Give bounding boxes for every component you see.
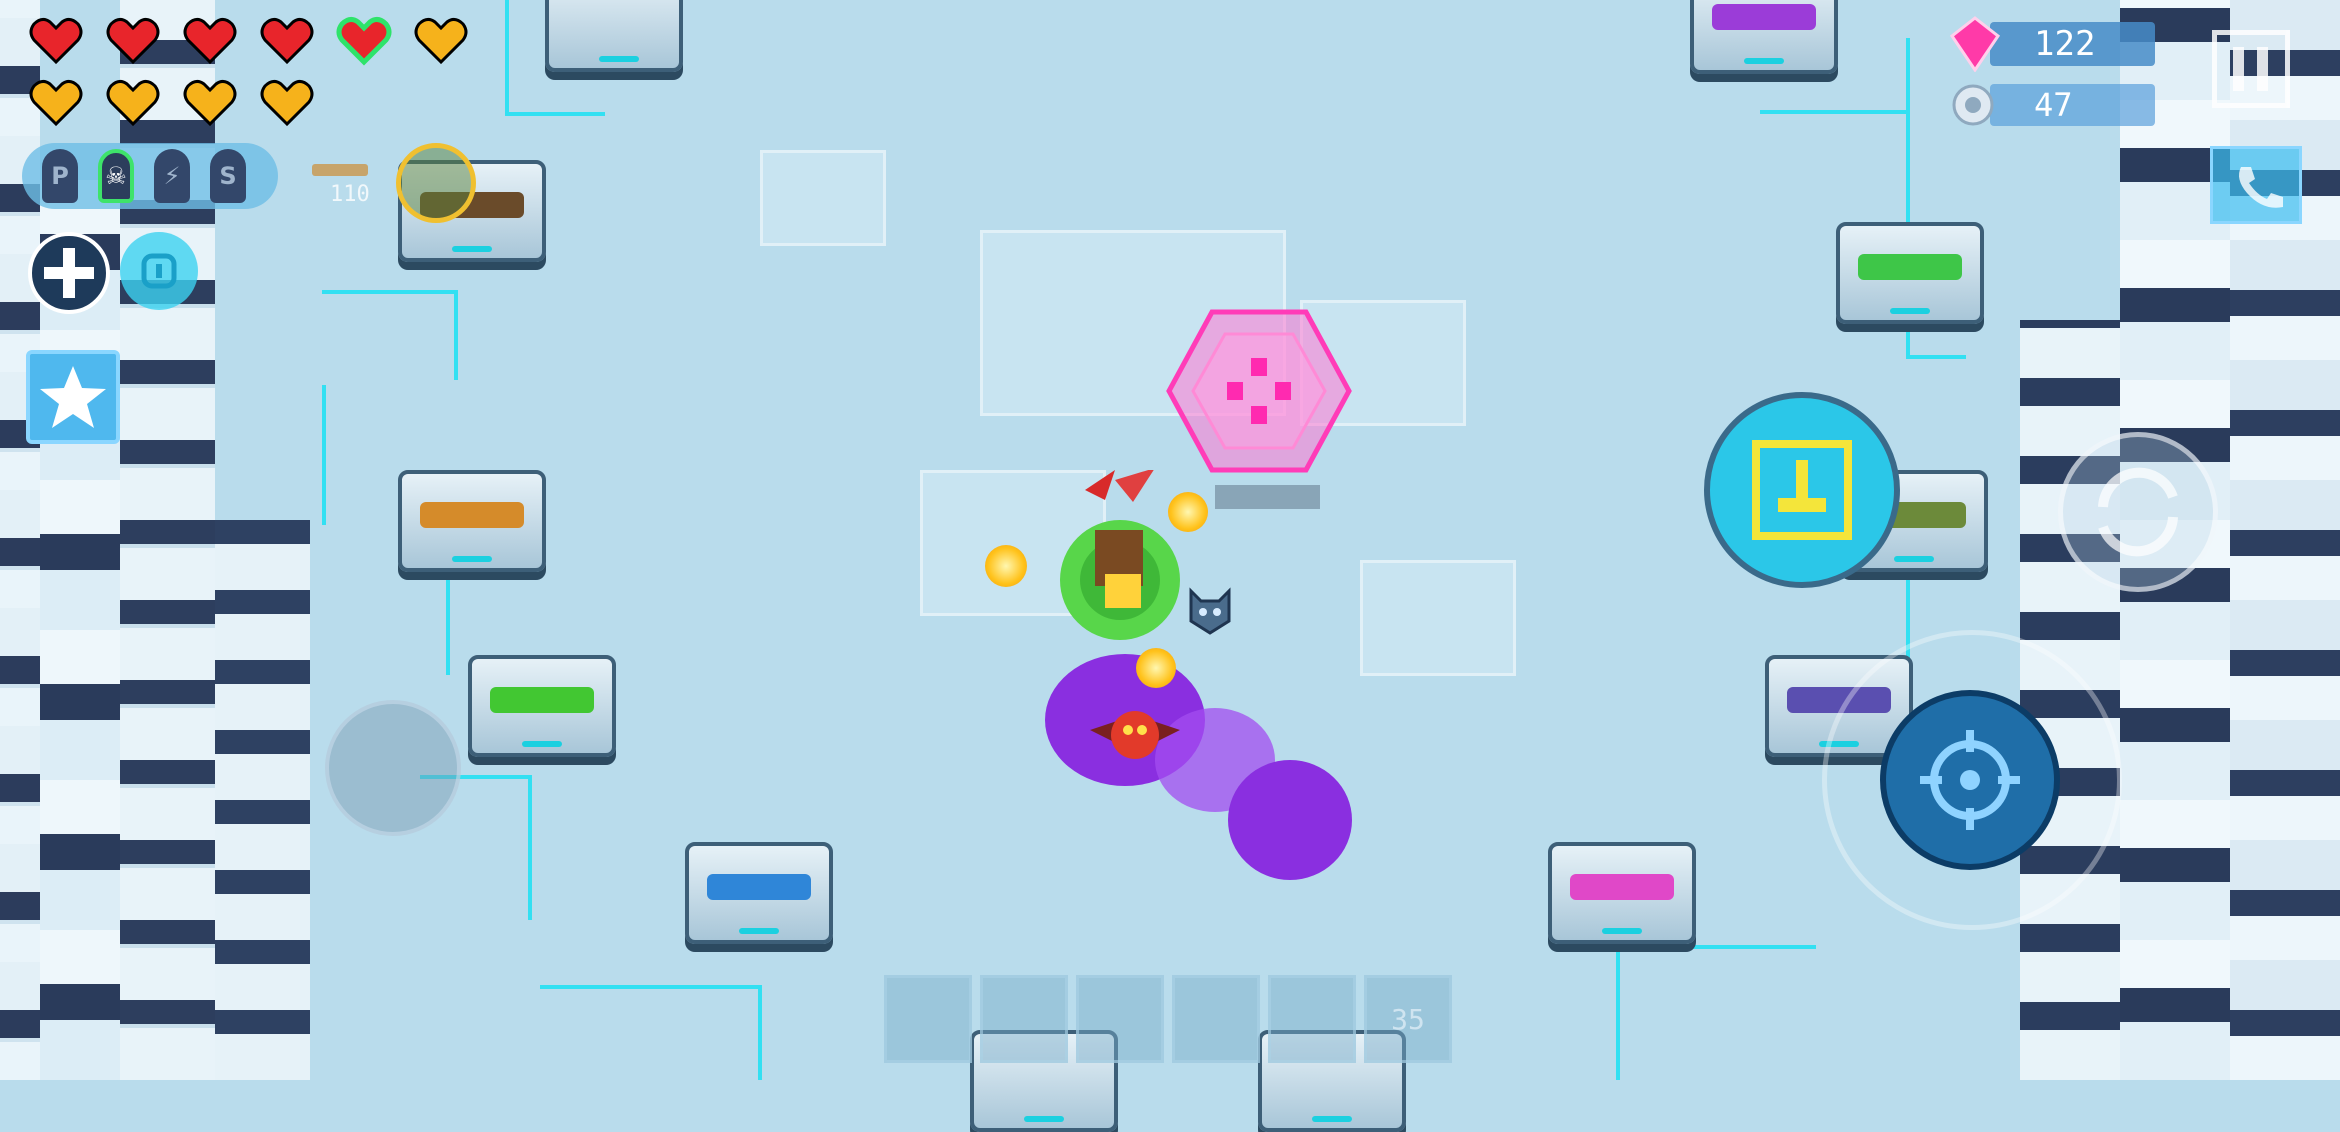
heart-icon [105,74,161,130]
plus-cross-icon [44,248,94,298]
weapon-switch-slot[interactable] [396,143,476,223]
weapon-sprite [1712,4,1816,30]
attack-button[interactable] [1880,690,2060,870]
pickup-hand-icon [1752,440,1852,540]
ammo-tab[interactable]: P [42,149,78,203]
star-icon [40,366,106,428]
circuit-line [758,985,762,1080]
circuit-line [1760,110,1910,114]
pet-cat-companion [1189,587,1231,635]
heart-icon [259,12,315,68]
weapon-pedestal[interactable] [1690,0,1838,74]
circuit-line [505,0,509,115]
gems-counter: 122 [1990,22,2155,66]
weapon-pedestal[interactable] [468,655,616,757]
heart-slot-icon [980,975,1068,1063]
swap-weapon-icon [2098,467,2178,557]
shield-skill-button[interactable] [120,232,198,310]
rifle-icon [312,164,368,176]
purple-goo-trail [1045,654,1352,880]
parts-count: 47 [2034,86,2073,124]
weapon-pedestal[interactable] [685,842,833,944]
interact-button[interactable] [1704,392,1900,588]
circuit-line [505,112,605,116]
circuit-line [454,290,458,380]
health-hearts [28,12,488,132]
circuit-line [1616,945,1816,949]
circuit-line [528,775,532,920]
drone-slot-icon [1268,975,1356,1063]
circuit-line [322,385,326,525]
gems-count: 122 [2034,24,2096,64]
heart-icon [28,12,84,68]
circuit-line [446,560,450,675]
gear-parts-icon [1952,84,1994,126]
heart-icon [28,74,84,130]
weapon-sprite [707,874,811,900]
weapon-sprite [420,502,524,528]
circuit-line [322,290,457,294]
crossed-swords-icon [1172,975,1260,1063]
circuit-line [1616,945,1620,1080]
buff-count-slot: 35 [1364,975,1452,1063]
weapon-pedestal[interactable] [1548,842,1696,944]
floor-tile [760,150,886,246]
energy-orb [1168,492,1208,532]
pause-button[interactable] [2212,30,2290,108]
chat-button[interactable] [2210,146,2302,224]
weapon-pedestal[interactable] [1836,222,1984,324]
shield-icon [141,253,177,289]
weapon-reload-bar [1215,485,1320,509]
special-skill-button[interactable] [26,350,120,444]
swap-weapon-button[interactable] [2058,432,2218,592]
parts-counter: 47 [1990,84,2155,126]
teleporter-pad[interactable] [1165,308,1353,474]
energy-orb [985,545,1027,587]
floor-tile [1360,560,1516,676]
ammo-tab[interactable]: S [210,149,246,203]
ammo-tab[interactable]: ⚡ [154,149,190,203]
weapon-sprite [1858,254,1962,280]
heart-icon [182,12,238,68]
heal-skill-button[interactable] [28,232,110,314]
heart-icon [413,12,469,68]
circuit-line [1906,355,1966,359]
heart-icon [182,74,238,130]
weapon-pedestal[interactable] [545,0,683,72]
equipped-weapon[interactable]: 110 [308,150,370,207]
circuit-line [540,985,760,989]
player-character [1060,470,1180,640]
pause-icon [2233,47,2268,91]
buff-slots-bar: 35 [884,975,1456,1067]
heart-icon [105,12,161,68]
weapon-pedestal[interactable] [398,470,546,572]
weapon-sprite [1570,874,1674,900]
crosshair-icon [1920,730,2020,830]
locked-slot-icon [884,975,972,1063]
ammo-tabs: P ☠ ⚡ S [22,143,278,209]
gem-icon [1950,16,2000,72]
heart-icon [336,12,392,68]
sword-slot-icon [1076,975,1164,1063]
move-joystick[interactable] [325,700,461,836]
phone-icon [2239,167,2283,208]
ammo-tab[interactable]: ☠ [98,149,134,203]
heart-icon [259,74,315,130]
energy-orb [1136,648,1176,688]
weapon-sprite [490,687,594,713]
enemy-bat-creature [1090,711,1180,759]
weapon-ammo-count: 110 [330,182,370,207]
